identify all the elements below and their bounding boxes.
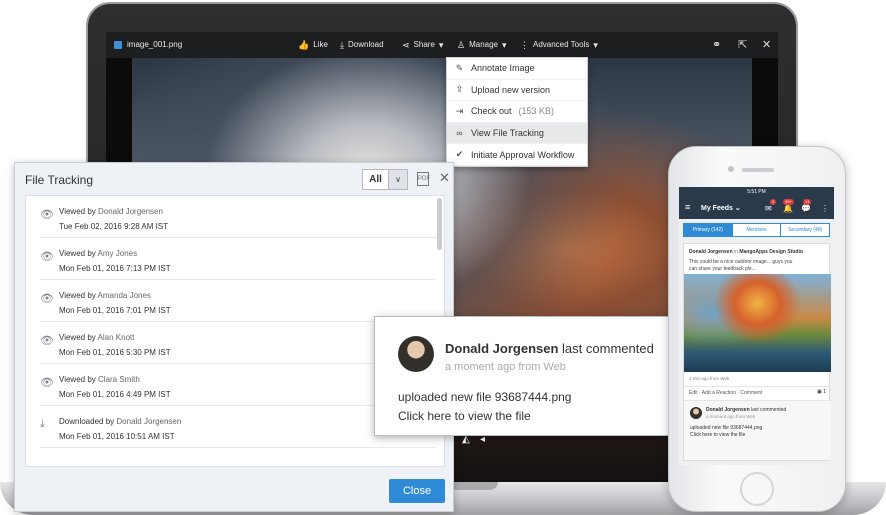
user-name[interactable]: Donald Jorgensen xyxy=(98,207,163,216)
user-name[interactable]: Alan Knott xyxy=(98,333,135,342)
eye-icon: 👁 xyxy=(40,335,54,347)
inbox-icon[interactable]: ✉ xyxy=(765,205,772,213)
status-badge: 2 xyxy=(770,199,777,205)
bell-icon[interactable]: 🔔 xyxy=(783,205,793,213)
comment-notification[interactable]: Donald Jorgensen last commented a moment… xyxy=(374,316,686,436)
feed-tabs: Primary (142) Mentions Secondary (48) xyxy=(683,223,830,237)
chat-icon[interactable]: 💬 xyxy=(801,205,811,213)
view-file-link[interactable]: Click here to view the file xyxy=(690,432,745,438)
eye-icon: 👁 xyxy=(40,251,54,263)
post-group[interactable]: MangoApps Design Studio xyxy=(739,249,803,255)
post-actions-links[interactable]: Edit · Add a Reaction · Comment xyxy=(689,390,762,396)
menu-item-initiate-approval-workflow[interactable]: ✔ Initiate Approval Workflow xyxy=(447,144,587,166)
tab-mentions[interactable]: Mentions xyxy=(732,224,782,236)
user-name[interactable]: Donald Jorgensen xyxy=(116,417,181,426)
post-comment[interactable]: Donald Jorgensen last commented a moment… xyxy=(684,400,831,460)
marketing-composite: image_001.png 👍 Like ⤓ Download ⋖ Share … xyxy=(0,0,886,515)
download-button[interactable]: ⤓ Download xyxy=(340,40,384,49)
list-item: 👁 Viewed by Donald Jorgensen Tue Feb 02,… xyxy=(40,196,436,238)
tab-secondary[interactable]: Secondary (48) xyxy=(781,224,830,236)
timestamp: Mon Feb 01, 2016 7:01 PM IST xyxy=(59,306,171,315)
menu-item-upload-new-version[interactable]: ⇪ Upload new version xyxy=(447,80,587,102)
upload-file-icon: ⇪ xyxy=(455,84,464,95)
post-author[interactable]: Donald Jorgensen xyxy=(689,249,733,255)
pencil-icon: ✎ xyxy=(455,62,464,73)
menu-item-view-file-tracking[interactable]: ∞ View File Tracking xyxy=(447,122,587,145)
binoculars-icon: ∞ xyxy=(456,127,463,138)
file-name: image_001.png xyxy=(114,40,182,49)
user-name[interactable]: Amy Jones xyxy=(98,249,138,258)
check-circle-icon: ✔ xyxy=(455,149,464,160)
share-icon: ⋖ xyxy=(402,39,410,50)
tab-primary[interactable]: Primary (142) xyxy=(684,224,733,236)
post-actions: Edit · Add a Reaction · Comment ▣ 1 xyxy=(684,386,831,398)
commenter-name: Donald Jorgensen xyxy=(445,341,559,356)
close-button[interactable]: Close xyxy=(389,479,445,503)
user-icon: ♙ xyxy=(457,39,466,50)
phone-home-button[interactable] xyxy=(740,472,774,506)
comment-icon: ▣ xyxy=(817,389,822,395)
share-button[interactable]: ⋖ Share ▾ xyxy=(402,40,443,49)
link-icon[interactable]: ⚭ xyxy=(712,38,721,51)
phone-screen: 5:51 PM ≡ My Feeds ⌄ ✉ 2 🔔 99+ 💬 14 ⋮ Pr… xyxy=(679,187,834,465)
user-name[interactable]: Clara Smith xyxy=(98,375,140,384)
timestamp: Mon Feb 01, 2016 5:30 PM IST xyxy=(59,348,171,357)
more-vertical-icon: ⋮ xyxy=(520,39,529,50)
download-icon: ⤓ xyxy=(340,39,344,50)
list-item: 👁 Viewed by Amy Jones Mon Feb 01, 2016 7… xyxy=(40,238,436,280)
image-file-icon xyxy=(114,40,122,49)
close-icon[interactable]: ✕ xyxy=(439,170,450,186)
status-bar: 5:51 PM xyxy=(679,187,834,197)
comment-text: uploaded new file 93687444.png xyxy=(398,390,572,404)
menu-item-check-out[interactable]: ⇥ Check out (153 KB) xyxy=(447,101,587,123)
eye-icon: 👁 xyxy=(40,377,54,389)
panel-title: File Tracking xyxy=(25,173,94,187)
feed-post: Donald Jorgensen in MangoApps Design Stu… xyxy=(683,243,831,461)
filter-value: All xyxy=(363,170,389,189)
viewer-toolbar: image_001.png 👍 Like ⤓ Download ⋖ Share … xyxy=(106,32,778,58)
view-file-link[interactable]: Click here to view the file xyxy=(398,409,531,423)
advanced-tools-menu: ✎ Annotate Image ⇪ Upload new version ⇥ … xyxy=(446,57,588,167)
avatar xyxy=(398,336,434,372)
avatar xyxy=(690,407,702,419)
more-vertical-icon[interactable]: ⋮ xyxy=(821,205,829,213)
scrollbar[interactable] xyxy=(437,198,442,250)
thumbs-up-icon: 👍 xyxy=(298,39,310,50)
chevron-down-icon: ∨ xyxy=(389,170,407,189)
chevron-down-icon: ▾ xyxy=(438,39,444,50)
chevron-down-icon: ▾ xyxy=(593,39,598,50)
download-icon: ⤓ xyxy=(40,418,45,430)
timestamp: Tue Feb 02, 2016 9:28 AM IST xyxy=(59,222,169,231)
post-image[interactable] xyxy=(684,274,831,372)
timestamp: Mon Feb 01, 2016 4:49 PM IST xyxy=(59,390,171,399)
eye-icon: 👁 xyxy=(40,209,54,221)
eye-icon: 👁 xyxy=(40,293,54,305)
timestamp: Mon Feb 01, 2016 10:51 AM IST xyxy=(59,432,175,441)
hamburger-icon[interactable]: ≡ xyxy=(685,203,690,212)
chevron-down-icon: ▾ xyxy=(502,39,507,50)
feeds-header: ≡ My Feeds ⌄ ✉ 2 🔔 99+ 💬 14 ⋮ xyxy=(679,197,834,219)
file-name-label: image_001.png xyxy=(127,40,183,49)
phone-camera xyxy=(728,166,734,172)
post-text: This could be a nice outdoor image... gu… xyxy=(689,259,793,265)
filter-select[interactable]: All ∨ xyxy=(362,169,408,190)
advanced-tools-button[interactable]: ⋮ Advanced Tools ▾ xyxy=(520,40,598,49)
status-badge: 99+ xyxy=(783,199,794,205)
open-external-icon[interactable]: ⇱ xyxy=(738,38,747,51)
post-time: 1 min ago from Web xyxy=(689,376,730,381)
comment-count: 1 xyxy=(823,389,826,395)
pdf-export-icon[interactable]: PDF xyxy=(417,172,430,186)
checkout-icon: ⇥ xyxy=(455,105,464,116)
timestamp: Mon Feb 01, 2016 7:13 PM IST xyxy=(59,264,171,273)
close-viewer-icon[interactable]: ✕ xyxy=(762,38,771,51)
like-button[interactable]: 👍 Like xyxy=(298,40,328,49)
menu-item-annotate-image[interactable]: ✎ Annotate Image xyxy=(447,58,587,80)
user-name[interactable]: Amanda Jones xyxy=(98,291,151,300)
phone-speaker xyxy=(742,168,774,172)
comment-time: a moment ago from Web xyxy=(445,361,566,373)
post-text: can share your feedback pls... xyxy=(689,266,756,272)
manage-button[interactable]: ♙ Manage ▾ xyxy=(457,40,507,49)
